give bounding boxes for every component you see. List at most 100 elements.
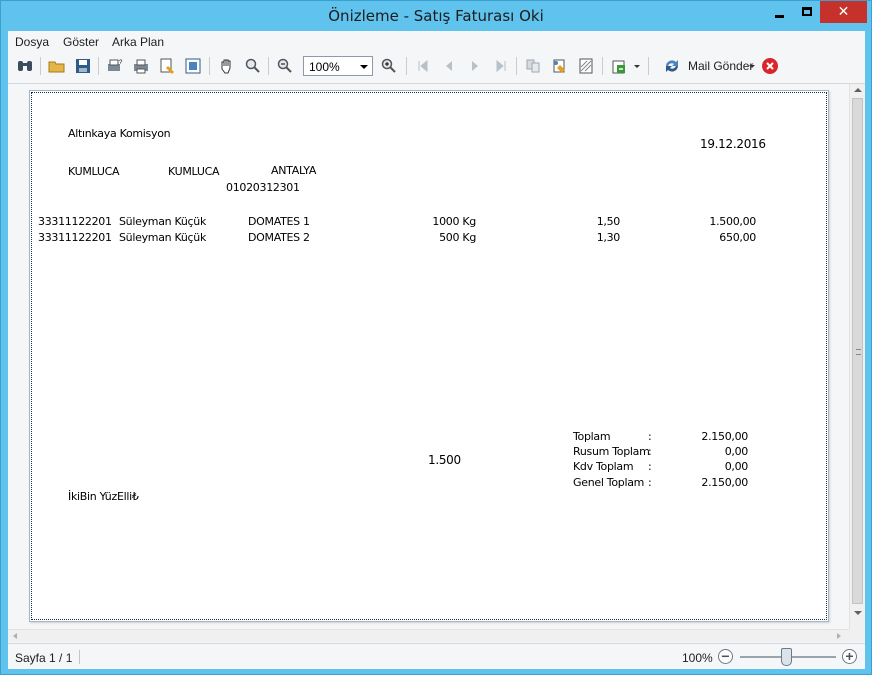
save-icon xyxy=(76,59,90,73)
close-button[interactable]: ✕ xyxy=(820,1,867,23)
toolbar-separator xyxy=(648,57,649,75)
chevron-down-icon[interactable] xyxy=(360,65,368,69)
row-quantity: 1000 Kg xyxy=(432,215,476,228)
row-amount: 1.500,00 xyxy=(709,215,756,228)
kdv-total-label: Kdv Toplam xyxy=(573,460,634,473)
horizontal-scrollbar[interactable] xyxy=(8,629,849,642)
zoom-in-button[interactable] xyxy=(380,57,398,75)
printer-icon xyxy=(134,59,148,74)
menu-goster[interactable]: Göster xyxy=(63,35,99,49)
menu-dosya[interactable]: Dosya xyxy=(15,35,49,49)
toolbar: ? 100% Mail Gönder xyxy=(8,51,865,81)
open-button[interactable] xyxy=(48,57,66,75)
mail-send-icon-button[interactable] xyxy=(663,57,681,75)
row-code: 33311122201 xyxy=(38,231,112,244)
zoom-out-button[interactable] xyxy=(276,57,294,75)
binoculars-icon xyxy=(18,61,32,71)
window-client: Dosya Göster Arka Plan ? 100% Mail Gönde… xyxy=(8,31,865,669)
close-icon: ✕ xyxy=(837,3,850,19)
export-button[interactable] xyxy=(610,57,628,75)
hand-tool-button[interactable] xyxy=(218,57,236,75)
toolbar-separator xyxy=(516,57,517,75)
address-city: KUMLUCA xyxy=(168,165,220,178)
scale-button[interactable] xyxy=(184,57,202,75)
window-title: Önizleme - Satış Faturası Oki xyxy=(328,7,544,25)
menu-bar: Dosya Göster Arka Plan xyxy=(8,31,865,51)
print-dialog-button[interactable]: ? xyxy=(106,57,124,75)
minus-icon: − xyxy=(721,648,730,664)
toolbar-separator xyxy=(40,57,41,75)
status-zoom-out-button[interactable]: − xyxy=(718,648,733,664)
mail-send-button[interactable]: Mail Gönder xyxy=(688,59,753,73)
invoice-date: 19.12.2016 xyxy=(700,137,766,151)
folder-open-icon xyxy=(48,61,65,73)
magnifier-button[interactable] xyxy=(244,57,262,75)
close-circle-icon xyxy=(762,58,778,74)
scroll-right-icon[interactable] xyxy=(837,633,841,639)
vertical-scrollbar[interactable] xyxy=(849,84,865,629)
row-code: 33311122201 xyxy=(38,215,112,228)
first-page-button[interactable] xyxy=(414,57,432,75)
export-dropdown-icon[interactable] xyxy=(634,65,640,68)
page-indicator: Sayfa 1 / 1 xyxy=(15,651,73,665)
first-page-icon xyxy=(418,59,428,73)
scrollbar-corner xyxy=(849,629,865,642)
amount-in-words: İkiBin YüzElli₺ xyxy=(68,490,139,503)
toolbar-separator xyxy=(406,57,407,75)
print-button[interactable] xyxy=(132,57,150,75)
preview-area[interactable]: Altınkaya Komisyon 19.12.2016 KUMLUCA KU… xyxy=(8,83,865,642)
minimize-button[interactable] xyxy=(766,1,792,23)
find-button[interactable] xyxy=(16,57,34,75)
invoice-page: Altınkaya Komisyon 19.12.2016 KUMLUCA KU… xyxy=(29,90,829,622)
next-page-button[interactable] xyxy=(466,57,484,75)
minimize-icon xyxy=(775,15,784,18)
print-dialog-icon: ? xyxy=(108,59,123,71)
watermark-icon xyxy=(579,58,593,74)
scroll-up-icon[interactable] xyxy=(854,88,862,92)
close-preview-button[interactable] xyxy=(761,57,779,75)
zoom-combo[interactable]: 100% xyxy=(303,56,373,76)
preview-window: Önizleme - Satış Faturası Oki ✕ Dosya Gö… xyxy=(0,0,872,675)
total-value: 2.150,00 xyxy=(701,430,748,443)
maximize-button[interactable] xyxy=(793,1,819,23)
row-product: DOMATES 2 xyxy=(248,231,310,244)
zoom-slider-thumb[interactable] xyxy=(781,648,792,666)
row-product: DOMATES 1 xyxy=(248,215,310,228)
watermark-button[interactable] xyxy=(577,57,595,75)
previous-page-icon xyxy=(446,61,452,71)
multiple-pages-button[interactable] xyxy=(524,57,542,75)
toolbar-separator xyxy=(602,57,603,75)
export-icon xyxy=(612,60,625,74)
status-bar: Sayfa 1 / 1 100% − + xyxy=(8,643,865,669)
middle-total: 1.500 xyxy=(428,453,461,467)
previous-page-button[interactable] xyxy=(440,57,458,75)
toolbar-separator xyxy=(268,57,269,75)
row-name: Süleyman Küçük xyxy=(119,231,207,244)
mail-dropdown-icon[interactable] xyxy=(749,65,755,68)
grip-icon xyxy=(856,349,861,355)
background-color-button[interactable] xyxy=(551,57,569,75)
last-page-button[interactable] xyxy=(492,57,510,75)
page-setup-button[interactable] xyxy=(158,57,176,75)
magnifier-icon xyxy=(245,58,260,73)
multiple-pages-icon xyxy=(526,59,540,73)
last-page-icon xyxy=(496,59,506,73)
title-bar[interactable]: Önizleme - Satış Faturası Oki ✕ xyxy=(1,1,871,31)
kdv-total-sep: : xyxy=(648,460,652,473)
zoom-out-icon xyxy=(277,58,292,73)
address-district: KUMLUCA xyxy=(68,165,120,178)
address-province: ANTALYA xyxy=(271,164,317,177)
scroll-down-icon[interactable] xyxy=(854,611,862,615)
zoom-combo-value: 100% xyxy=(309,60,340,74)
toolbar-separator xyxy=(209,57,210,75)
row-amount: 650,00 xyxy=(719,231,756,244)
menu-arka-plan[interactable]: Arka Plan xyxy=(112,35,164,49)
toolbar-separator xyxy=(98,57,99,75)
save-button[interactable] xyxy=(74,57,92,75)
paint-bucket-icon xyxy=(553,59,565,73)
plus-icon: + xyxy=(845,648,854,664)
scroll-left-icon[interactable] xyxy=(13,633,17,639)
status-zoom-in-button[interactable]: + xyxy=(842,648,857,664)
vertical-scroll-thumb[interactable] xyxy=(852,98,863,604)
row-name: Süleyman Küçük xyxy=(119,215,207,228)
